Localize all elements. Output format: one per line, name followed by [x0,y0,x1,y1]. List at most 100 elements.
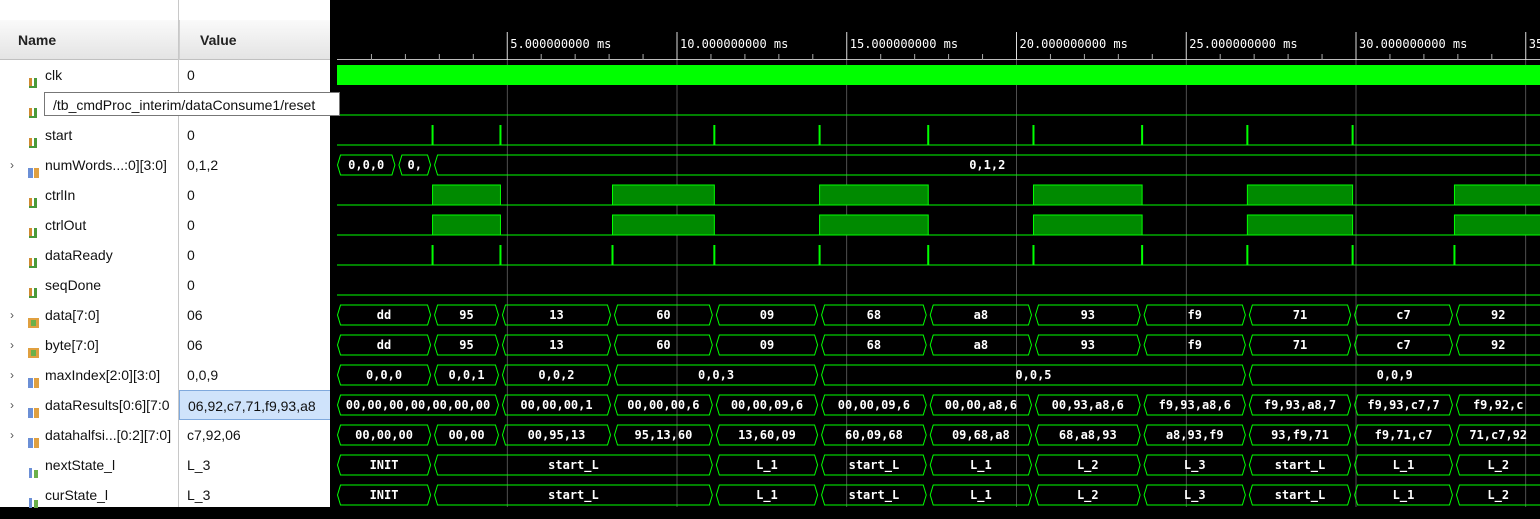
signal-row[interactable]: › datahalfsi...[0:2][7:0] [0,420,178,450]
waveform-numwords[interactable]: 0,0,00,0,1,2 [338,155,1540,175]
signal-value[interactable]: L_3 [179,450,331,480]
expand-chevron-icon[interactable]: › [10,300,20,330]
signal-value[interactable]: 0,0,9 [179,360,331,390]
bus-value-label: a8 [974,308,988,322]
ruler-tick-label: 25.000000000 ms [1189,37,1297,51]
waveform-datahalfsi[interactable]: 00,00,0000,0000,95,1395,13,6013,60,0960,… [338,425,1540,445]
signal-name: numWords...:0][3:0] [45,150,167,180]
bus-value-label: 00,00,a8,6 [945,398,1017,412]
bus-value-label: INIT [370,458,399,472]
name-column-header[interactable]: Name [0,20,178,60]
signal-name: dataResults[0:6][7:0 [45,390,170,420]
signal-path-tooltip: /tb_cmdProc_interim/dataConsume1/reset [44,92,340,116]
signal-row[interactable]: › byte[7:0] [0,330,178,360]
bus-signal-icon [28,309,40,321]
signal-value[interactable]: 0 [179,120,331,150]
high-level-block [1454,215,1540,235]
bus-value-label: 60 [656,338,670,352]
waveform-data[interactable]: dd9513600968a893f971c792 [338,305,1540,325]
timeline-ruler[interactable]: 5.000000000 ms10.000000000 ms15.00000000… [337,32,1540,60]
signal-value[interactable]: 06,92,c7,71,f9,93,a8 [179,390,331,420]
signal-value[interactable]: 06 [179,330,331,360]
expand-chevron-icon[interactable]: › [10,330,20,360]
state-signal-icon [28,489,40,501]
waveform-clk[interactable] [337,65,1540,85]
expand-chevron-icon[interactable]: › [10,390,20,420]
bus-value-label: 71 [1293,308,1307,322]
signal-row[interactable]: dataReady [0,240,178,270]
bus-value-label: f9 [1188,308,1202,322]
bus-value-label: start_L [849,488,900,503]
value-column-header[interactable]: Value [179,20,331,60]
ruler-tick-label: 20.000000000 ms [1020,37,1128,51]
signal-value[interactable]: 0 [179,210,331,240]
signal-row[interactable]: ctrlIn [0,180,178,210]
signal-row[interactable]: ›data[7:0] [0,300,178,330]
bus-value-label: 0,0,0 [348,158,384,172]
signal-name: dataReady [45,240,113,270]
bus-value-label: 00,00,00 [355,428,413,442]
signal-row[interactable]: › numWords...:0][3:0] [0,150,178,180]
waveform-curstate_l[interactable]: INITstart_LL_1start_LL_1L_2L_3start_LL_1… [338,485,1540,505]
signal-name: byte[7:0] [45,330,99,360]
bus-value-label: 0,1,2 [969,158,1005,172]
signal-value[interactable]: 0 [179,180,331,210]
high-level-block [433,185,501,205]
waveform-ctrlin[interactable] [337,185,1540,205]
bus-value-label: 0,0,9 [1377,368,1413,382]
panel-divider[interactable] [330,0,337,507]
clock-dense-fill [337,65,1540,85]
bus-value-label: L_1 [756,488,778,503]
bus-value-label: a8,93,f9 [1166,428,1224,442]
signal-row[interactable]: ›maxIndex[2:0][3:0] [0,360,178,390]
signal-name: ctrlOut [45,210,86,240]
bus-value-label: 71 [1293,338,1307,352]
bus-value-label: 95,13,60 [635,428,693,442]
bit-signal-icon [28,99,40,111]
signal-row[interactable]: curState_l [0,480,178,510]
signal-row[interactable]: › dataResults[0:6][7:0 [0,390,178,420]
expand-chevron-icon[interactable]: › [10,150,20,180]
signal-row[interactable]: ctrlOut [0,210,178,240]
waveform-nextstate_l[interactable]: INITstart_LL_1start_LL_1L_2L_3start_LL_1… [338,455,1540,475]
signal-value[interactable]: 0 [179,60,331,90]
pulse-edge [499,125,501,145]
signal-value[interactable]: 0 [179,240,331,270]
signal-row[interactable]: start [0,120,178,150]
signal-row[interactable]: seqDone [0,270,178,300]
bit-signal-icon [28,69,40,81]
waveform-start[interactable] [337,125,1540,145]
expand-chevron-icon[interactable]: › [10,420,20,450]
waveform-dataresults[interactable]: 00,00,00,00,00,00,0000,00,00,100,00,00,6… [338,395,1540,415]
signal-name: clk [45,60,62,90]
signal-name-panel: Name clkresetstart›numWords...:0][3:0]ct… [0,0,178,507]
waveform-byte[interactable]: dd9513600968a893f971c792 [338,335,1540,355]
signal-value[interactable]: 0 [179,270,331,300]
waveform-canvas[interactable]: 5.000000000 ms10.000000000 ms15.00000000… [337,0,1540,507]
bus-value-label: 00,00,00,1 [520,398,592,412]
bus-value-label: 95 [459,308,473,322]
waveform-ctrlout[interactable] [337,215,1540,235]
bus-value-label: 93 [1081,308,1095,322]
state-signal-icon [28,459,40,471]
bus-value-label: 09,68,a8 [952,428,1010,442]
signal-name: ctrlIn [45,180,75,210]
signal-value[interactable]: 06 [179,300,331,330]
bus-value-label: 95 [459,338,473,352]
signal-row[interactable]: clk [0,60,178,90]
signal-value[interactable]: L_3 [179,480,331,510]
expand-chevron-icon[interactable]: › [10,360,20,390]
signal-value[interactable]: c7,92,06 [179,420,331,450]
waveform-maxindex[interactable]: 0,0,00,0,10,0,20,0,30,0,50,0,9 [338,365,1540,385]
bus-value-label: 09 [760,338,774,352]
bus-value-label: 68,a8,93 [1059,428,1117,442]
signal-row[interactable]: nextState_l [0,450,178,480]
pulse-edge [713,245,715,265]
signal-name: datahalfsi...[0:2][7:0] [45,420,171,450]
bus-value-label: 00,00,09,6 [731,398,803,412]
waveform-dataready[interactable] [337,245,1540,265]
signal-value[interactable]: 0,1,2 [179,150,331,180]
bus-value-label: c7 [1396,308,1410,322]
ruler-tick-label: 35.0000000 [1529,37,1540,51]
bus-value-label: f9,71,c7 [1375,428,1433,442]
